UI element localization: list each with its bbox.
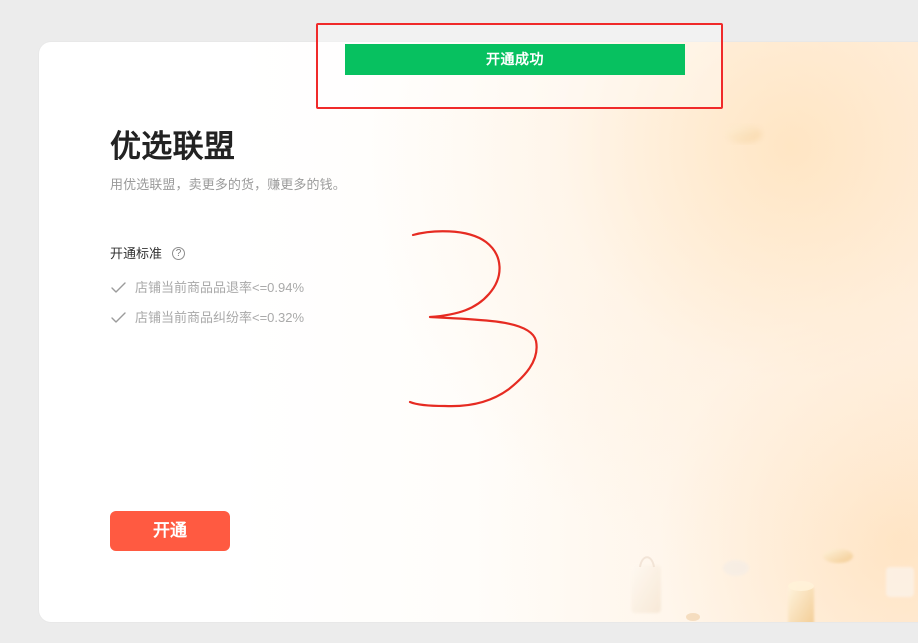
cylinder-top-decor xyxy=(788,581,814,591)
criteria-item-text: 店铺当前商品品退率<=0.94% xyxy=(135,280,305,295)
shopping-bag-decor xyxy=(631,565,661,613)
shopping-bag-handle-decor xyxy=(639,556,655,568)
coin-decor xyxy=(823,549,853,563)
criteria-item-text: 店铺当前商品纠纷率<=0.32% xyxy=(135,310,305,325)
coin-decor xyxy=(686,613,700,621)
merchant-union-page: 开通成功 优选联盟 用优选联盟，卖更多的货，赚更多的钱。 开通标准 ? 店铺当前… xyxy=(0,0,918,643)
check-icon xyxy=(110,312,128,324)
page-subtitle: 用优选联盟，卖更多的货，赚更多的钱。 xyxy=(110,177,346,192)
cylinder-decor xyxy=(788,586,814,622)
page-title: 优选联盟 xyxy=(110,129,236,164)
criteria-item: 店铺当前商品纠纷率<=0.32% xyxy=(110,308,304,328)
question-circle-icon[interactable]: ? xyxy=(172,247,185,260)
success-toast: 开通成功 xyxy=(345,44,685,75)
criteria-item: 店铺当前商品品退率<=0.94% xyxy=(110,278,304,298)
check-icon xyxy=(110,282,128,294)
criteria-label: 开通标准 xyxy=(110,246,163,261)
coin-decor xyxy=(726,125,762,143)
coin-decor xyxy=(723,560,749,576)
open-button[interactable]: 开通 xyxy=(110,511,230,551)
box-decor xyxy=(886,567,914,597)
